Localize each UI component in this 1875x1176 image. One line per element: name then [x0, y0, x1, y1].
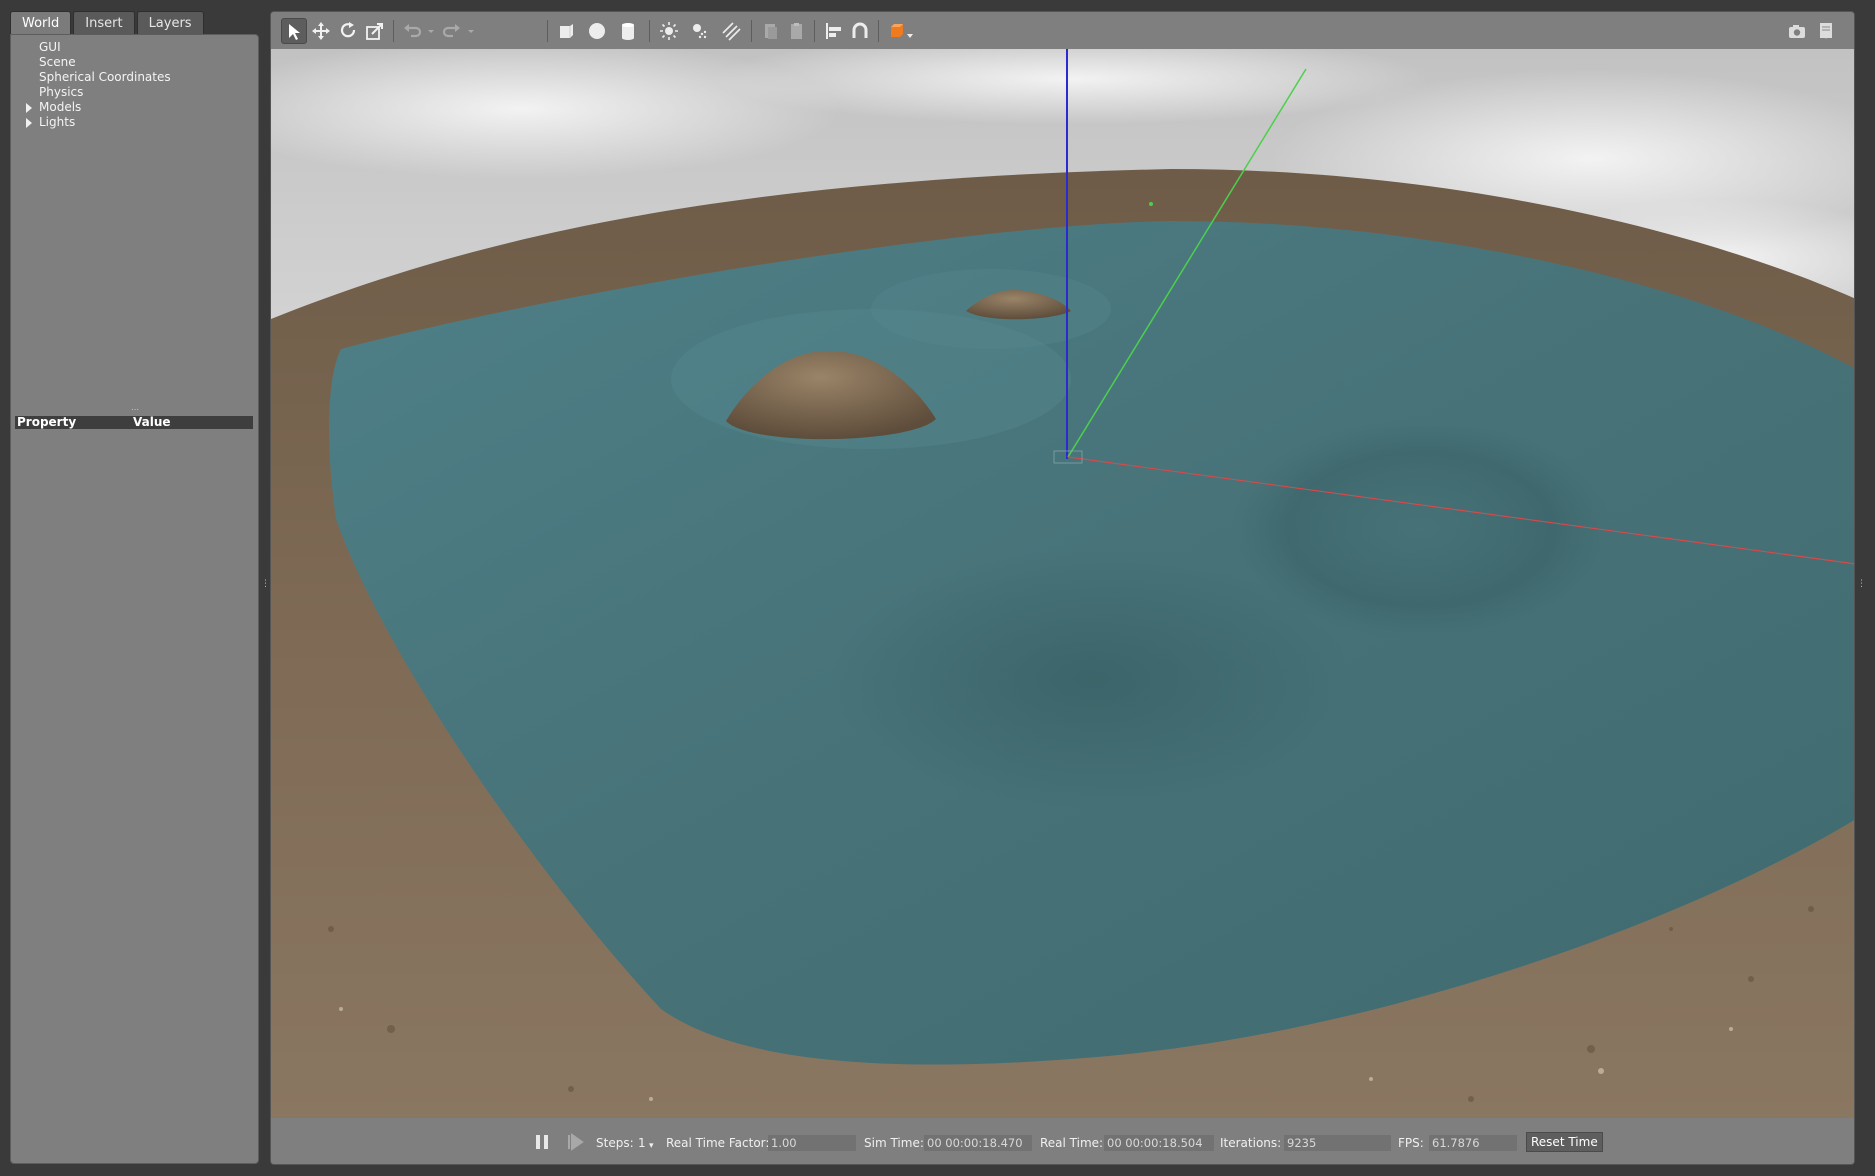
- insert-directional-light-button[interactable]: [718, 18, 744, 44]
- undo-history-dropdown[interactable]: [421, 18, 437, 44]
- tree-item-scene[interactable]: Scene: [11, 55, 258, 70]
- insert-point-light-button[interactable]: [656, 18, 682, 44]
- view-angle-button[interactable]: [885, 18, 917, 44]
- cylinder-icon: [622, 23, 634, 40]
- tree-item-physics[interactable]: Physics: [11, 85, 258, 100]
- align-icon: [826, 23, 841, 39]
- toolbar: [271, 12, 1854, 49]
- screenshot-camera-icon: [1789, 25, 1805, 38]
- real-time-factor-field: 1.00: [768, 1135, 856, 1151]
- directional-light-icon: [722, 22, 741, 41]
- screenshot-button[interactable]: [1784, 18, 1810, 44]
- tree-item-label: Spherical Coordinates: [39, 70, 171, 84]
- copy-icon: [765, 24, 777, 39]
- sim-time-label: Sim Time:: [864, 1136, 924, 1150]
- tab-insert[interactable]: Insert: [73, 11, 135, 34]
- translate-mode-button[interactable]: [308, 18, 334, 44]
- tree-item-label: GUI: [39, 40, 61, 54]
- fps-label: FPS:: [1398, 1136, 1424, 1150]
- scale-icon: [366, 23, 383, 40]
- insert-box-button[interactable]: [553, 18, 579, 44]
- box-icon: [560, 24, 573, 38]
- tree-item-gui[interactable]: GUI: [11, 40, 258, 55]
- left-splitter-handle[interactable]: ⋮: [261, 580, 270, 594]
- paste-icon: [791, 23, 802, 39]
- property-splitter-grip[interactable]: ⋯: [131, 406, 139, 414]
- tree-item-label: Physics: [39, 85, 84, 99]
- paste-button[interactable]: [784, 18, 810, 44]
- insert-sphere-button[interactable]: [584, 18, 610, 44]
- log-icon: [1820, 23, 1832, 39]
- tree-item-models[interactable]: Models: [11, 100, 258, 115]
- point-light-icon: [660, 22, 678, 40]
- tab-world[interactable]: World: [10, 11, 72, 34]
- tree-item-spherical-coordinates[interactable]: Spherical Coordinates: [11, 70, 258, 85]
- undo-dropdown-icon: [428, 30, 434, 33]
- view-angle-icon: [891, 24, 913, 38]
- left-tabs: World Insert Layers: [10, 11, 204, 35]
- tab-layers[interactable]: Layers: [136, 11, 204, 34]
- world-panel: GUI Scene Spherical Coordinates Physics …: [10, 34, 259, 1164]
- tree-item-lights[interactable]: Lights: [11, 115, 258, 130]
- snap-button[interactable]: [847, 18, 873, 44]
- copy-button[interactable]: [758, 18, 784, 44]
- tree-item-label: Scene: [39, 55, 76, 69]
- undo-icon: [404, 24, 422, 38]
- status-bar: Steps: 1 ▾ Real Time Factor: 1.00 Sim Ti…: [271, 1118, 1854, 1164]
- property-column-header[interactable]: Property: [17, 416, 76, 429]
- right-splitter-handle[interactable]: ⋮: [1857, 580, 1866, 594]
- real-time-label: Real Time:: [1040, 1136, 1104, 1150]
- spot-light-icon: [693, 24, 707, 39]
- property-table-header: Property Value: [15, 416, 253, 429]
- steps-value[interactable]: 1: [638, 1135, 646, 1151]
- pause-icon[interactable]: [532, 1132, 552, 1152]
- scale-mode-button[interactable]: [362, 18, 388, 44]
- step-forward-icon[interactable]: [565, 1132, 585, 1152]
- tree-item-label: Lights: [39, 115, 76, 129]
- iterations-field: 9235: [1284, 1135, 1391, 1151]
- align-button[interactable]: [821, 18, 847, 44]
- reset-time-button[interactable]: Reset Time: [1526, 1132, 1603, 1152]
- insert-cylinder-button[interactable]: [615, 18, 641, 44]
- value-column-header[interactable]: Value: [133, 416, 171, 429]
- main-area: Steps: 1 ▾ Real Time Factor: 1.00 Sim Ti…: [270, 11, 1855, 1165]
- redo-history-dropdown[interactable]: [461, 18, 477, 44]
- sphere-icon: [589, 23, 605, 39]
- scene-render: [271, 49, 1854, 1118]
- translate-icon: [312, 22, 330, 40]
- tree-item-label: Models: [39, 100, 82, 114]
- sim-time-field: 00 00:00:18.470: [924, 1135, 1032, 1151]
- real-time-field: 00 00:00:18.504: [1104, 1135, 1214, 1151]
- select-arrow-icon: [289, 24, 300, 40]
- real-time-factor-label: Real Time Factor:: [666, 1136, 770, 1150]
- rotate-icon: [340, 22, 356, 38]
- insert-spot-light-button[interactable]: [687, 18, 713, 44]
- world-tree: GUI Scene Spherical Coordinates Physics …: [11, 40, 258, 130]
- expand-arrow-icon[interactable]: [26, 103, 32, 113]
- steps-dropdown-icon[interactable]: ▾: [649, 1138, 654, 1154]
- rotate-mode-button[interactable]: [335, 18, 361, 44]
- select-mode-button[interactable]: [281, 18, 307, 44]
- iterations-label: Iterations:: [1220, 1136, 1282, 1150]
- log-button[interactable]: [1813, 18, 1839, 44]
- 3d-viewport[interactable]: [271, 49, 1854, 1118]
- redo-dropdown-icon: [468, 30, 474, 33]
- left-panel: World Insert Layers GUI Scene Spherical …: [0, 0, 270, 1176]
- fps-field: 61.7876: [1429, 1135, 1517, 1151]
- redo-icon: [442, 24, 460, 38]
- steps-label: Steps:: [596, 1136, 634, 1150]
- expand-arrow-icon[interactable]: [26, 118, 32, 128]
- snap-magnet-icon: [852, 22, 868, 38]
